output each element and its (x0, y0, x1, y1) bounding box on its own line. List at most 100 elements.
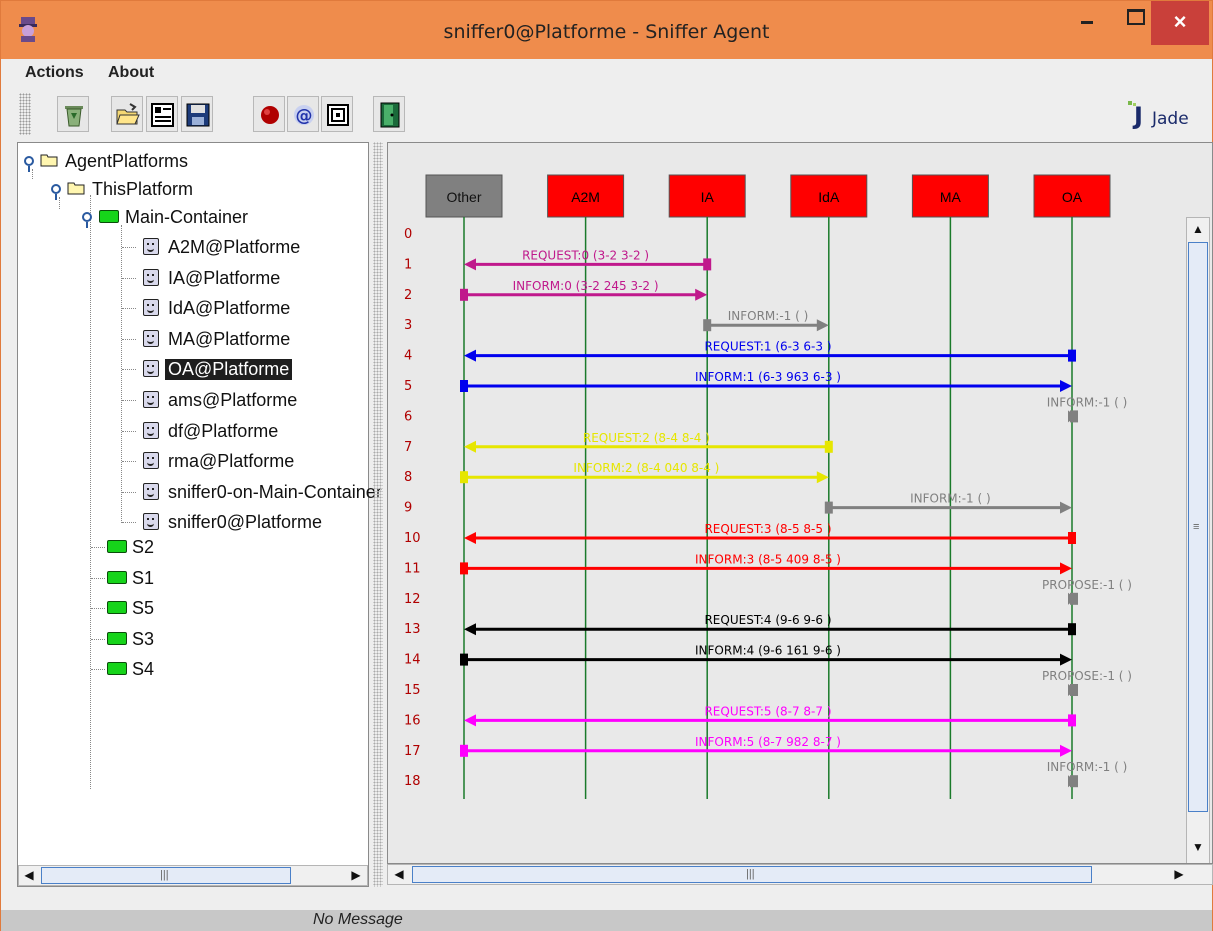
tree-guide (90, 195, 91, 789)
message-source-marker (1068, 623, 1076, 636)
row-number: 8 (404, 470, 412, 485)
clear-canvas-button[interactable] (57, 96, 89, 132)
filter-button[interactable] (321, 96, 353, 132)
row-number: 7 (404, 440, 412, 455)
sequence-diagram: Other A2M IA IdA MA OA01234567891011121314151… (404, 174, 1132, 799)
open-folder-icon (116, 103, 140, 125)
message-label[interactable]: INFORM:1 (6-3 963 6-3 ) (695, 370, 841, 384)
message-label[interactable]: PROPOSE:-1 ( ) (1042, 669, 1132, 683)
row-number: 12 (404, 592, 421, 607)
agent-icon (143, 268, 159, 286)
message-label[interactable]: REQUEST:5 (8-7 8-7 ) (704, 704, 831, 718)
message-label[interactable]: REQUEST:1 (6-3 6-3 ) (704, 340, 831, 354)
tree-guide (122, 308, 136, 310)
container-icon (107, 662, 127, 675)
scrollbar-grip: ||| (160, 869, 169, 881)
agent-icon (143, 238, 159, 255)
message-source-marker (703, 258, 712, 271)
message-label[interactable]: INFORM:5 (8-7 982 8-7 ) (695, 735, 841, 749)
tree-guide (91, 608, 105, 609)
tree-label: sniffer0-on-Main-Container (168, 481, 382, 502)
collapse-icon[interactable] (82, 212, 92, 228)
arrowhead-icon (816, 471, 829, 484)
message-label[interactable]: INFORM:2 (8-4 040 8-4 ) (573, 461, 719, 475)
message-label[interactable]: INFORM:-1 ( ) (728, 309, 809, 323)
message-label[interactable]: INFORM:-1 ( ) (1047, 395, 1128, 409)
message-label[interactable]: REQUEST:4 (9-6 9-6 ) (704, 613, 831, 627)
tree-label: sniffer0@Platforme (168, 512, 323, 533)
scroll-right-arrow-icon[interactable]: ▶ (347, 866, 365, 885)
tree-horizontal-scrollbar[interactable]: ◀ ||| ▶ (18, 865, 368, 886)
message-source-marker (460, 744, 468, 757)
message-label[interactable]: INFORM:4 (9-6 161 9-6 ) (695, 644, 841, 658)
message-label[interactable]: INFORM:-1 ( ) (910, 492, 991, 506)
message-label[interactable]: INFORM:-1 ( ) (1047, 760, 1128, 774)
close-button[interactable]: × (1151, 1, 1209, 45)
agent-tree[interactable]: AgentPlatforms ThisPlatform Main-Contain… (17, 142, 382, 887)
row-number: 5 (404, 379, 412, 394)
agent-box-label: A2M (571, 189, 600, 205)
scroll-left-arrow-icon[interactable]: ◀ (20, 866, 38, 885)
scroll-right-arrow-icon[interactable]: ▶ (1170, 865, 1188, 884)
message-source-marker (1068, 532, 1076, 544)
message-label[interactable]: REQUEST:2 (8-4 8-4 ) (583, 431, 710, 445)
exit-button[interactable] (373, 96, 405, 132)
scroll-up-arrow-icon[interactable]: ▲ (1189, 220, 1207, 239)
tree-label: A2M@Platforme (168, 237, 301, 257)
tree-guide (32, 169, 33, 179)
row-number: 2 (404, 288, 412, 303)
row-number: 4 (404, 349, 412, 364)
message-label[interactable]: PROPOSE:-1 ( ) (1042, 578, 1132, 592)
arrowhead-icon (1060, 501, 1072, 514)
message-label[interactable]: REQUEST:0 (3-2 3-2 ) (522, 248, 649, 262)
arrowhead-icon (464, 623, 476, 636)
show-messages-button[interactable]: @ (287, 96, 319, 132)
collapse-icon[interactable] (51, 184, 61, 200)
message-label[interactable]: INFORM:3 (8-5 409 8-5 ) (695, 552, 841, 566)
scrollbar-grip: ||| (746, 868, 755, 880)
tree-guide (122, 369, 136, 371)
diagram-vertical-scrollbar[interactable]: ▲ ≡ ▼ (1186, 217, 1210, 863)
exit-door-icon (380, 102, 400, 128)
agent-box-label: MA (940, 189, 962, 205)
tree-guide (122, 277, 136, 279)
toolbar-grip[interactable] (19, 93, 31, 135)
scroll-left-arrow-icon[interactable]: ◀ (390, 865, 408, 884)
split-pane-divider[interactable] (373, 142, 383, 887)
scrollbar-thumb[interactable]: ||| (41, 867, 291, 884)
message-source-marker (1068, 714, 1076, 727)
scrollbar-grip: ≡ (1193, 521, 1200, 533)
message-source-marker (703, 319, 712, 332)
scrollbar-thumb[interactable]: ≡ (1188, 242, 1208, 812)
target-icon (327, 104, 349, 126)
window-title: sniffer0@Platforme - Sniffer Agent (443, 21, 770, 43)
sniffer-canvas[interactable]: Other A2M IA IdA MA OA 0 1 2 3 4 5 6 7 8 9 10 11 12 13 14 15 1… (387, 142, 1213, 864)
tree-guide (91, 669, 105, 670)
container-icon (107, 631, 127, 645)
collapse-icon[interactable] (24, 156, 34, 172)
minimize-button[interactable] (1064, 1, 1112, 41)
menu-bar: Actions About (1, 59, 1212, 87)
sniffer-agent-window: sniffer0@Platforme - Sniffer Agent × Act… (0, 0, 1213, 931)
save-button[interactable] (181, 96, 213, 132)
message-label[interactable]: REQUEST:3 (8-5 8-5 ) (704, 522, 831, 536)
scrollbar-thumb[interactable]: ||| (412, 866, 1092, 883)
arrowhead-icon (464, 532, 476, 544)
tree-label: MA@Platforme (168, 328, 291, 349)
message-source-marker (1068, 349, 1076, 362)
message-label[interactable]: INFORM:0 (3-2 245 3-2 ) (513, 279, 659, 293)
arrowhead-icon (1060, 380, 1072, 392)
show-document-button[interactable] (146, 96, 178, 132)
agent-box-label: IdA (818, 189, 840, 205)
menu-about[interactable]: About (108, 64, 154, 82)
scroll-down-arrow-icon[interactable]: ▼ (1189, 838, 1207, 857)
open-button[interactable] (111, 96, 143, 132)
agent-icon (143, 299, 159, 317)
title-bar[interactable]: sniffer0@Platforme - Sniffer Agent × (1, 1, 1212, 59)
record-button[interactable] (253, 96, 285, 132)
tree-guide (122, 400, 136, 401)
menu-actions[interactable]: Actions (25, 64, 84, 82)
diagram-horizontal-scrollbar[interactable]: ◀ ||| ▶ (387, 864, 1213, 885)
status-bar: No Message (1, 910, 1212, 931)
arrowhead-icon (695, 288, 708, 301)
